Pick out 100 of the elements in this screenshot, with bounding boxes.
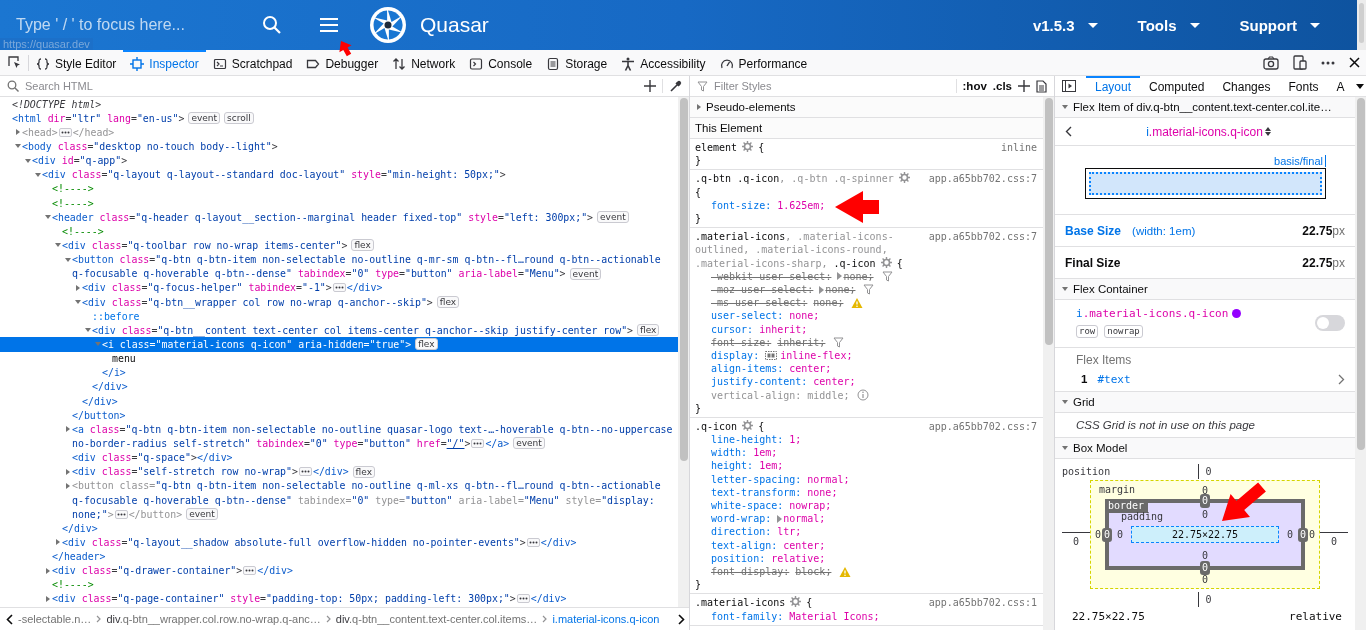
markup-text[interactable]: <div class="q-layout__shadow absolute-full overflow-hidden no-pointer-events">	[62, 536, 526, 548]
phone-tablet-icon[interactable]	[1293, 55, 1307, 70]
section-title[interactable]: Box Model	[1073, 442, 1128, 454]
markup-badge[interactable]: flex	[637, 324, 660, 337]
filter-field[interactable]: Filter Styles	[714, 80, 956, 92]
devtools-tab[interactable]: Inspector	[123, 50, 206, 75]
css-source-link[interactable]: app.a65bb702.css:7	[928, 172, 1037, 186]
element-picker-icon[interactable]	[7, 55, 22, 70]
markup-text[interactable]: </i>	[102, 367, 126, 379]
collapsed-content-button[interactable]	[114, 509, 128, 519]
element-selector[interactable]: i.material-icons.q-icon	[1146, 124, 1263, 139]
section-title[interactable]: Grid	[1073, 396, 1095, 408]
collapsed-content-button[interactable]	[58, 127, 72, 137]
css-source-link[interactable]: inline	[1000, 141, 1037, 155]
disclosure-triangle-icon[interactable]	[1061, 103, 1069, 111]
disclosure-triangle-icon[interactable]	[54, 538, 62, 547]
css-source-link[interactable]: app.a65bb702.css:7	[928, 230, 1037, 244]
flexbox-icon[interactable]	[765, 351, 778, 361]
disclosure-triangle-icon[interactable]	[74, 283, 82, 292]
markup-badge[interactable]: event	[513, 437, 545, 450]
expand-triangle-icon[interactable]	[777, 514, 783, 523]
panel-toggle-button[interactable]: :hov	[962, 80, 987, 92]
sidebar-tab[interactable]: A	[1327, 76, 1354, 97]
markup-text[interactable]: </header>	[52, 551, 106, 563]
disclosure-triangle-icon[interactable]	[64, 255, 72, 264]
markup-text[interactable]: </button>	[72, 409, 126, 421]
markup-text[interactable]: no-border-radius self-stretch" tabindex="0" type="button" href="/">	[72, 437, 471, 449]
markup-badge[interactable]: event	[569, 267, 602, 280]
scrollbar[interactable]	[1355, 97, 1366, 630]
close-icon[interactable]	[1349, 57, 1360, 68]
markup-text[interactable]: <div class="q-space"></div>	[72, 452, 233, 464]
search-field[interactable]: Search HTML	[25, 80, 638, 92]
disclosure-triangle-icon[interactable]	[14, 128, 22, 137]
disclosure-triangle-icon[interactable]	[1061, 444, 1069, 452]
chevron-left-icon[interactable]	[1065, 126, 1072, 137]
markup-text[interactable]: </div>	[82, 395, 118, 407]
collapsed-content-button[interactable]	[516, 594, 530, 604]
disclosure-triangle-icon[interactable]	[64, 425, 72, 434]
markup-text[interactable]: </a>	[485, 437, 510, 449]
gear-icon[interactable]	[790, 596, 802, 608]
section-toggle-label[interactable]: Pseudo-elements	[706, 101, 796, 113]
filter-icon[interactable]	[881, 270, 893, 282]
markup-text[interactable]: </div>	[312, 466, 349, 478]
section-title[interactable]: Flex Container	[1073, 283, 1148, 295]
gear-icon[interactable]	[742, 141, 754, 152]
scrollbar[interactable]	[1357, 0, 1366, 50]
markup-text[interactable]: </div>	[346, 282, 383, 294]
markup-text[interactable]: </div>	[540, 536, 577, 548]
breadcrumb-item[interactable]: div.q-btn__wrapper.col.row.no-wrap.q-anc…	[106, 613, 321, 625]
devtools-tab[interactable]: Storage	[539, 50, 615, 75]
disclosure-triangle-icon[interactable]	[34, 170, 42, 179]
markup-badge[interactable]: scroll	[224, 112, 254, 125]
sidebar-tab[interactable]: Fonts	[1279, 76, 1328, 97]
sort-arrows-icon[interactable]	[1264, 127, 1271, 136]
breadcrumb-item[interactable]: i.material-icons.q-icon	[552, 613, 660, 625]
devtools-tab[interactable]: Console	[462, 50, 540, 75]
markup-text[interactable]: <!---->	[62, 225, 104, 237]
disclosure-triangle-icon[interactable]	[1061, 285, 1069, 293]
markup-badge[interactable]: flex	[352, 465, 375, 478]
disclosure-triangle-icon[interactable]	[695, 103, 703, 111]
disclosure-triangle-icon[interactable]	[1061, 398, 1069, 406]
markup-text[interactable]: <html dir="ltr" lang="en-us">	[12, 112, 185, 124]
markup-text[interactable]: </div>	[257, 565, 293, 577]
nav-menu-button[interactable]: v1.5.3	[1012, 0, 1118, 50]
devtools-tab[interactable]: Debugger	[299, 50, 386, 75]
disclosure-triangle-icon[interactable]	[44, 566, 52, 575]
devtools-tab[interactable]: Scratchpad	[205, 50, 300, 75]
markup-text[interactable]: </div>	[62, 522, 98, 534]
document-icon[interactable]	[1036, 79, 1047, 93]
markup-badge[interactable]: flex	[415, 338, 438, 351]
filter-icon[interactable]	[863, 284, 875, 296]
caret-down-icon[interactable]	[1356, 83, 1364, 89]
markup-text[interactable]: <div class="q-toolbar row no-wrap items-center">	[62, 239, 348, 251]
markup-text[interactable]: <button class="q-btn q-btn-item non-selectable no-outline q-ml-xs q-btn--fl…round q-btn--actionable	[72, 480, 661, 492]
markup-text[interactable]: none;">	[72, 508, 114, 520]
toggle-switch[interactable]	[1315, 315, 1345, 331]
devtools-tab[interactable]: Style Editor	[29, 50, 124, 75]
disclosure-triangle-icon[interactable]	[44, 595, 52, 603]
disclosure-triangle-icon[interactable]	[64, 481, 72, 490]
markup-text[interactable]: <header class="q-header q-layout__section--marginal header fixed-top" style="left: 300px;">	[52, 211, 594, 223]
markup-text[interactable]: ::before	[92, 310, 140, 322]
plus-icon[interactable]	[1018, 80, 1030, 92]
disclosure-triangle-icon[interactable]	[24, 156, 32, 165]
color-dot[interactable]	[1232, 309, 1242, 318]
markup-text[interactable]: q-focusable q-hoverable q-btn--dense" tabindex="0" type="button" aria-label="Menu" style="display:	[72, 494, 655, 506]
markup-text[interactable]: <body class="desktop no-touch body--light">	[22, 141, 278, 152]
devtools-tab[interactable]: Performance	[712, 50, 815, 75]
logo-icon[interactable]	[370, 7, 406, 43]
menu-icon[interactable]	[319, 17, 339, 33]
markup-text[interactable]: q-focusable q-hoverable q-btn--dense" tabindex="0" type="button" aria-label="Menu">	[72, 268, 566, 280]
markup-text[interactable]: <!DOCTYPE html>	[12, 98, 102, 110]
chevron-left-icon[interactable]	[6, 613, 13, 625]
brand-name[interactable]: Quasar	[420, 13, 489, 37]
css-source-link[interactable]: app.a65bb702.css:1	[928, 596, 1037, 610]
panel-toggle-button[interactable]: .cls	[992, 80, 1012, 92]
markup-text[interactable]: <div id="q-app">	[32, 155, 128, 167]
devtools-tab[interactable]: Network	[385, 50, 463, 75]
css-source-link[interactable]: app.a65bb702.css:7	[928, 419, 1037, 434]
breadcrumb-item[interactable]: -selectable.n…	[18, 613, 92, 625]
plus-icon[interactable]	[644, 80, 656, 92]
